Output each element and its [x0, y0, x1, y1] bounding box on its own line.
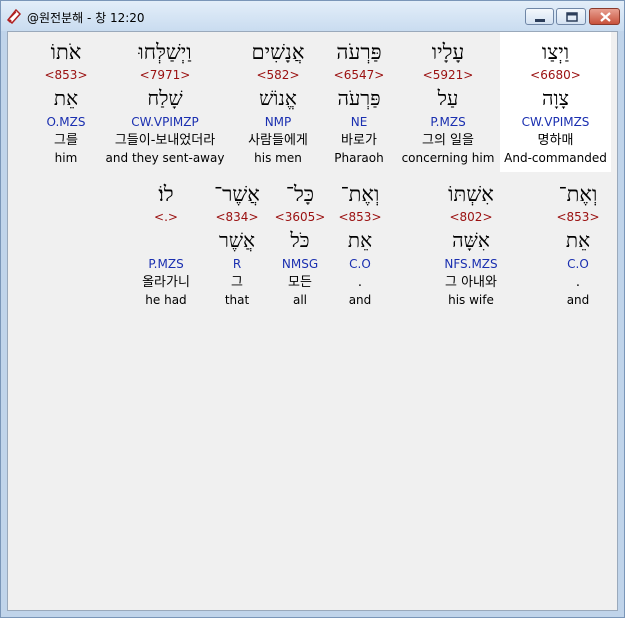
strong-number[interactable]: <3605>	[270, 210, 330, 224]
morphology-code: C.O	[567, 257, 589, 271]
hebrew-word: אֲשֶׁר־	[214, 182, 260, 206]
minimize-button[interactable]	[525, 8, 554, 25]
morphology-code: C.O	[349, 257, 371, 271]
morphology-code: O.MZS	[46, 115, 86, 129]
maximize-button[interactable]	[556, 8, 586, 25]
korean-gloss: 그 아내와	[445, 275, 497, 290]
english-gloss: and	[566, 293, 590, 307]
interlinear-panel[interactable]: וַיְצַו <6680> צָוָה CW.VPIMZS 명하매 And-c…	[7, 31, 618, 611]
close-button[interactable]	[589, 8, 620, 25]
english-gloss: and	[348, 293, 372, 307]
strong-number[interactable]: <834>	[206, 210, 268, 224]
korean-gloss: 모든	[288, 275, 312, 290]
english-gloss: all	[292, 293, 308, 307]
app-icon	[6, 8, 22, 24]
hebrew-word: כָּל־	[285, 182, 315, 206]
english-gloss: his wife	[448, 293, 494, 307]
strong-number[interactable]: <802>	[426, 210, 516, 224]
morphology-code: NMSG	[281, 257, 319, 271]
minimize-icon	[535, 19, 545, 22]
strong-number[interactable]: <.>	[132, 210, 200, 224]
word-cell[interactable]: וְאֶת־ <853> אֵת C.O . and	[328, 32, 392, 312]
hebrew-word: אֹתוֹ	[50, 40, 82, 64]
korean-gloss: .	[575, 275, 581, 290]
korean-gloss: 올라가니	[142, 275, 190, 290]
lemma-word: אֵת	[53, 86, 79, 110]
app-window: @원전분해 - 창 12:20 וַיְצַו <6680> צָוָה CW.…	[0, 0, 625, 618]
lemma-word: כֹּל	[290, 228, 310, 252]
korean-gloss: 그를	[54, 133, 78, 148]
morphology-code: P.MZS	[148, 257, 184, 271]
strong-number[interactable]: <853>	[544, 210, 612, 224]
maximize-icon	[566, 12, 578, 22]
english-gloss: he had	[145, 293, 187, 307]
lemma-word: אֲשֶׁר	[219, 228, 255, 252]
word-cell[interactable]: אֲשֶׁר־ <834> אֲשֶׁר R 그 that	[206, 32, 268, 312]
korean-gloss: .	[357, 275, 363, 290]
english-gloss: that	[224, 293, 250, 307]
title-bar[interactable]: @원전분해 - 창 12:20	[1, 1, 624, 31]
window-title: @원전분해 - 창 12:20	[27, 11, 145, 25]
word-cell[interactable]: כָּל־ <3605> כֹּל NMSG 모든 all	[270, 32, 330, 312]
strong-number[interactable]: <853>	[36, 68, 96, 82]
hebrew-word: לוֹ׃	[158, 182, 174, 206]
strong-number[interactable]: <853>	[328, 210, 392, 224]
word-cell[interactable]: אֹתוֹ <853> אֵת O.MZS 그를 him	[36, 32, 96, 172]
word-cell[interactable]: אִשְׁתּוֹ <802> אִשָּׁה NFS.MZS 그 아내와 hi…	[426, 32, 516, 312]
english-gloss: him	[54, 151, 78, 165]
window-bottom-frame	[1, 611, 624, 617]
korean-gloss: 그	[231, 275, 243, 290]
hebrew-word: אִשְׁתּוֹ	[448, 182, 494, 206]
hebrew-word: וְאֶת־	[558, 182, 598, 206]
lemma-word: אֵת	[347, 228, 373, 252]
hebrew-word: וְאֶת־	[340, 182, 380, 206]
lemma-word: אִשָּׁה	[452, 228, 490, 252]
morphology-code: NFS.MZS	[444, 257, 498, 271]
lemma-word: אֵת	[565, 228, 591, 252]
morphology-code: R	[232, 257, 242, 271]
word-cell[interactable]: לוֹ׃ <.> P.MZS 올라가니 he had	[132, 32, 200, 312]
close-icon	[600, 12, 611, 22]
word-cell[interactable]: וְאֶת־ <853> אֵת C.O . and	[544, 32, 612, 312]
